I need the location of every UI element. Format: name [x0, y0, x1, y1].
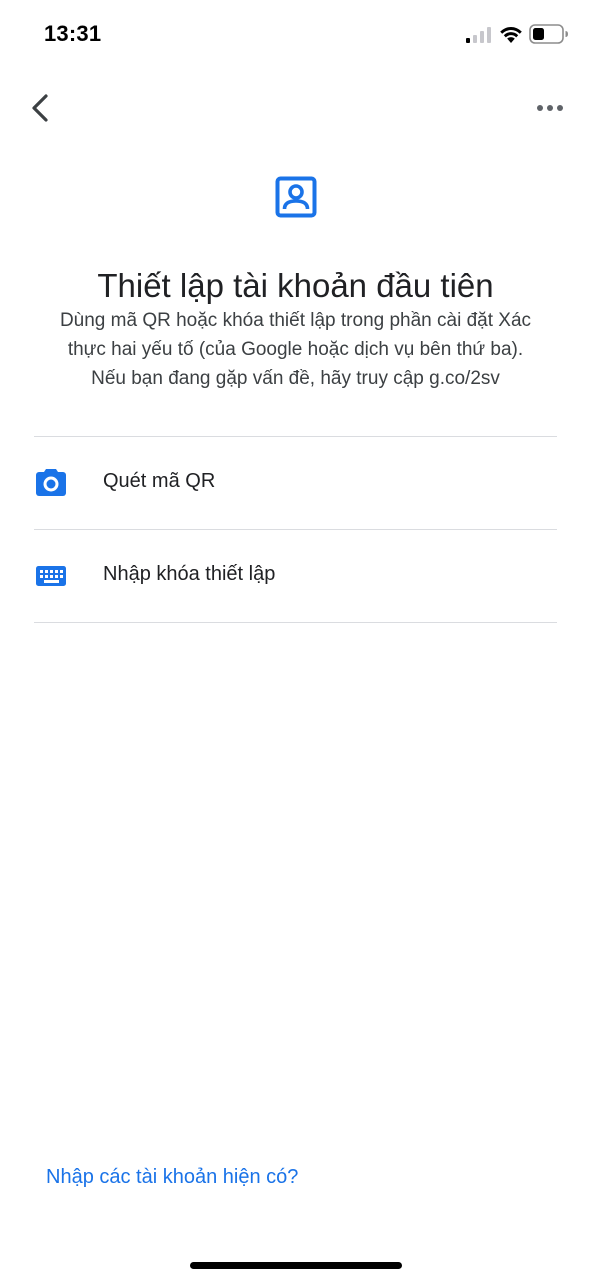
camera-icon [36, 469, 66, 496]
status-bar: 13:31 [0, 0, 591, 72]
battery-icon [529, 24, 568, 44]
scan-qr-label: Quét mã QR [103, 470, 216, 492]
page-description: Dùng mã QR hoặc khóa thiết lập trong phầ… [34, 306, 557, 393]
scan-qr-option[interactable]: Quét mã QR [34, 437, 557, 529]
account-box-icon [275, 176, 317, 218]
more-options-button[interactable] [530, 90, 570, 126]
description-line: Nếu bạn đang gặp vấn đề, hãy truy cập g.… [91, 368, 500, 389]
description-line: Dùng mã QR hoặc khóa thiết lập trong phầ… [59, 310, 532, 331]
wifi-icon [500, 27, 522, 43]
keyboard-icon [36, 566, 66, 586]
chevron-left-icon [32, 94, 48, 122]
description-line: thực hai yếu tố (của Google hoặc dịch vụ… [67, 339, 524, 360]
back-button[interactable] [22, 88, 62, 128]
enter-setup-key-label: Nhập khóa thiết lập [103, 563, 276, 585]
status-time: 13:31 [44, 21, 102, 46]
enter-setup-key-option[interactable]: Nhập khóa thiết lập [34, 530, 557, 622]
more-horizontal-icon [537, 105, 563, 111]
page-title: Thiết lập tài khoản đầu tiên [97, 267, 494, 305]
import-existing-accounts-link[interactable]: Nhập các tài khoản hiện có? [46, 1166, 298, 1189]
divider [34, 622, 557, 623]
signal-icon [466, 27, 491, 43]
home-indicator [190, 1262, 402, 1269]
